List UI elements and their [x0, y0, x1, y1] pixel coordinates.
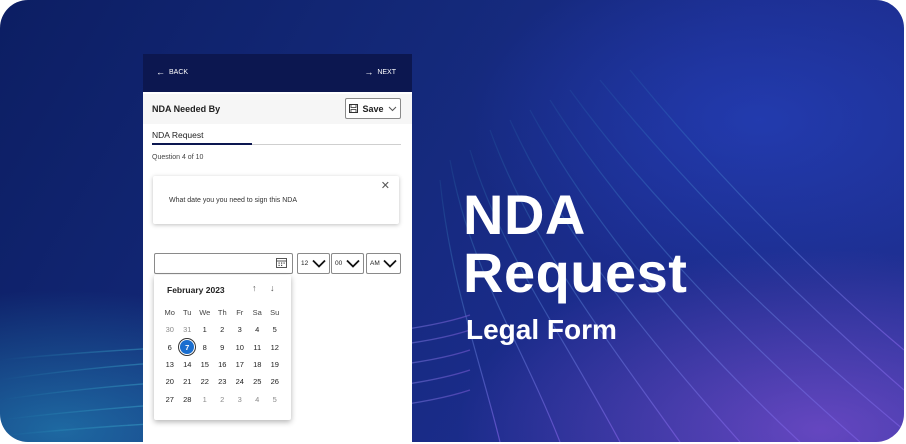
form-panel: ← BACK → NEXT NDA Needed By Save NDA Req…	[143, 54, 412, 442]
question-counter: Question 4 of 10	[152, 154, 204, 161]
period-select[interactable]: AM	[366, 253, 401, 274]
calendar-popup: February 2023 ↑ ↓ Mo Tu We Th Fr Sa Su 30 31 1 2 3 4…	[154, 275, 291, 420]
calendar-month-label[interactable]: February 2023	[167, 285, 225, 295]
calendar-day[interactable]: 19	[266, 356, 284, 373]
banner-title: NDA Request	[463, 186, 687, 302]
calendar-day[interactable]: 18	[249, 356, 267, 373]
calendar-day-label: 7	[178, 338, 197, 357]
calendar-day[interactable]: 24	[231, 373, 249, 390]
calendar-day[interactable]: 2	[214, 390, 232, 407]
calendar-day[interactable]: 1	[196, 321, 214, 338]
next-label: NEXT	[377, 69, 396, 76]
hour-select[interactable]: 12	[297, 253, 330, 274]
calendar-day[interactable]: 5	[266, 321, 284, 338]
back-label: BACK	[169, 69, 189, 76]
form-header: NDA Needed By Save	[143, 94, 412, 124]
chevron-down-icon	[312, 259, 326, 268]
calendar-day[interactable]: 12	[266, 339, 284, 356]
progress-bar	[152, 143, 401, 145]
calendar-day[interactable]: 13	[161, 356, 179, 373]
calendar-day-selected[interactable]: 7	[178, 338, 197, 357]
calendar-day[interactable]: 23	[214, 373, 232, 390]
calendar-day[interactable]: 22	[196, 373, 214, 390]
arrow-up-icon[interactable]: ↑	[252, 283, 257, 293]
top-navbar: ← BACK → NEXT	[143, 54, 412, 92]
calendar-day[interactable]: 5	[266, 390, 284, 407]
weekday-header: Mo	[164, 308, 175, 318]
save-button[interactable]: Save	[345, 98, 401, 119]
question-text: What date you you need to sign this NDA	[169, 197, 298, 204]
calendar-day[interactable]: 20	[161, 373, 179, 390]
calendar-day[interactable]: 11	[249, 339, 267, 356]
calendar-day[interactable]: 4	[249, 390, 267, 407]
calendar-day[interactable]: 4	[249, 321, 267, 338]
minute-value: 00	[335, 260, 343, 267]
calendar-day[interactable]: 10	[231, 339, 249, 356]
calendar-grid: Mo Tu We Th Fr Sa Su 30 31 1 2 3 4 5 6 7 8 9 10 11 12 13 14 15 1…	[161, 304, 284, 408]
close-icon[interactable]: ✕	[381, 179, 390, 192]
progress-fill	[152, 143, 252, 145]
calendar-day[interactable]: 25	[249, 373, 267, 390]
calendar-day[interactable]: 27	[161, 390, 179, 407]
calendar-day[interactable]: 28	[179, 390, 197, 407]
weekday-header: Fr	[236, 308, 244, 318]
calendar-day[interactable]: 1	[196, 390, 214, 407]
calendar-day[interactable]: 9	[214, 339, 232, 356]
calendar-day[interactable]: 6	[161, 339, 179, 356]
minute-select[interactable]: 00	[331, 253, 364, 274]
save-icon	[349, 104, 359, 113]
calendar-day[interactable]: 2	[214, 321, 232, 338]
banner-title-line1: NDA	[463, 183, 586, 246]
weekday-header: Tu	[183, 308, 192, 318]
tab-nda-request[interactable]: NDA Request	[152, 130, 204, 140]
chevron-down-icon	[383, 259, 397, 268]
weekday-header: We	[199, 308, 211, 318]
calendar-day[interactable]: 15	[196, 356, 214, 373]
arrow-down-icon[interactable]: ↓	[270, 283, 275, 293]
date-input[interactable]	[154, 253, 293, 274]
banner-background: NDA Request Legal Form	[0, 0, 904, 442]
hour-value: 12	[301, 260, 309, 267]
calendar-day[interactable]: 31	[179, 321, 197, 338]
calendar-day[interactable]: 16	[214, 356, 232, 373]
calendar-day[interactable]: 3	[231, 390, 249, 407]
calendar-day[interactable]: 21	[179, 373, 197, 390]
weekday-header: Th	[217, 308, 227, 318]
next-button[interactable]: → NEXT	[364, 68, 396, 77]
form-title: NDA Needed By	[152, 104, 221, 114]
light-streaks-decoration	[0, 69, 904, 442]
calendar-icon[interactable]	[276, 257, 287, 268]
question-card: What date you you need to sign this NDA …	[153, 176, 399, 224]
banner-title-line2: Request	[463, 241, 688, 304]
arrow-left-icon: ←	[156, 67, 165, 77]
save-label: Save	[362, 103, 384, 114]
calendar-day[interactable]: 14	[179, 356, 197, 373]
calendar-day[interactable]: 17	[231, 356, 249, 373]
calendar-day[interactable]: 30	[161, 321, 179, 338]
weekday-header: Su	[270, 308, 280, 318]
banner-subtitle: Legal Form	[466, 314, 617, 345]
period-value: AM	[370, 260, 380, 267]
calendar-day[interactable]: 26	[266, 373, 284, 390]
weekday-header: Sa	[252, 308, 262, 318]
chevron-down-icon	[346, 259, 360, 268]
chevron-down-icon[interactable]	[388, 106, 397, 112]
arrow-right-icon: →	[364, 67, 374, 77]
calendar-day[interactable]: 8	[196, 339, 214, 356]
calendar-day[interactable]: 3	[231, 321, 249, 338]
back-button[interactable]: ← BACK	[156, 68, 188, 77]
